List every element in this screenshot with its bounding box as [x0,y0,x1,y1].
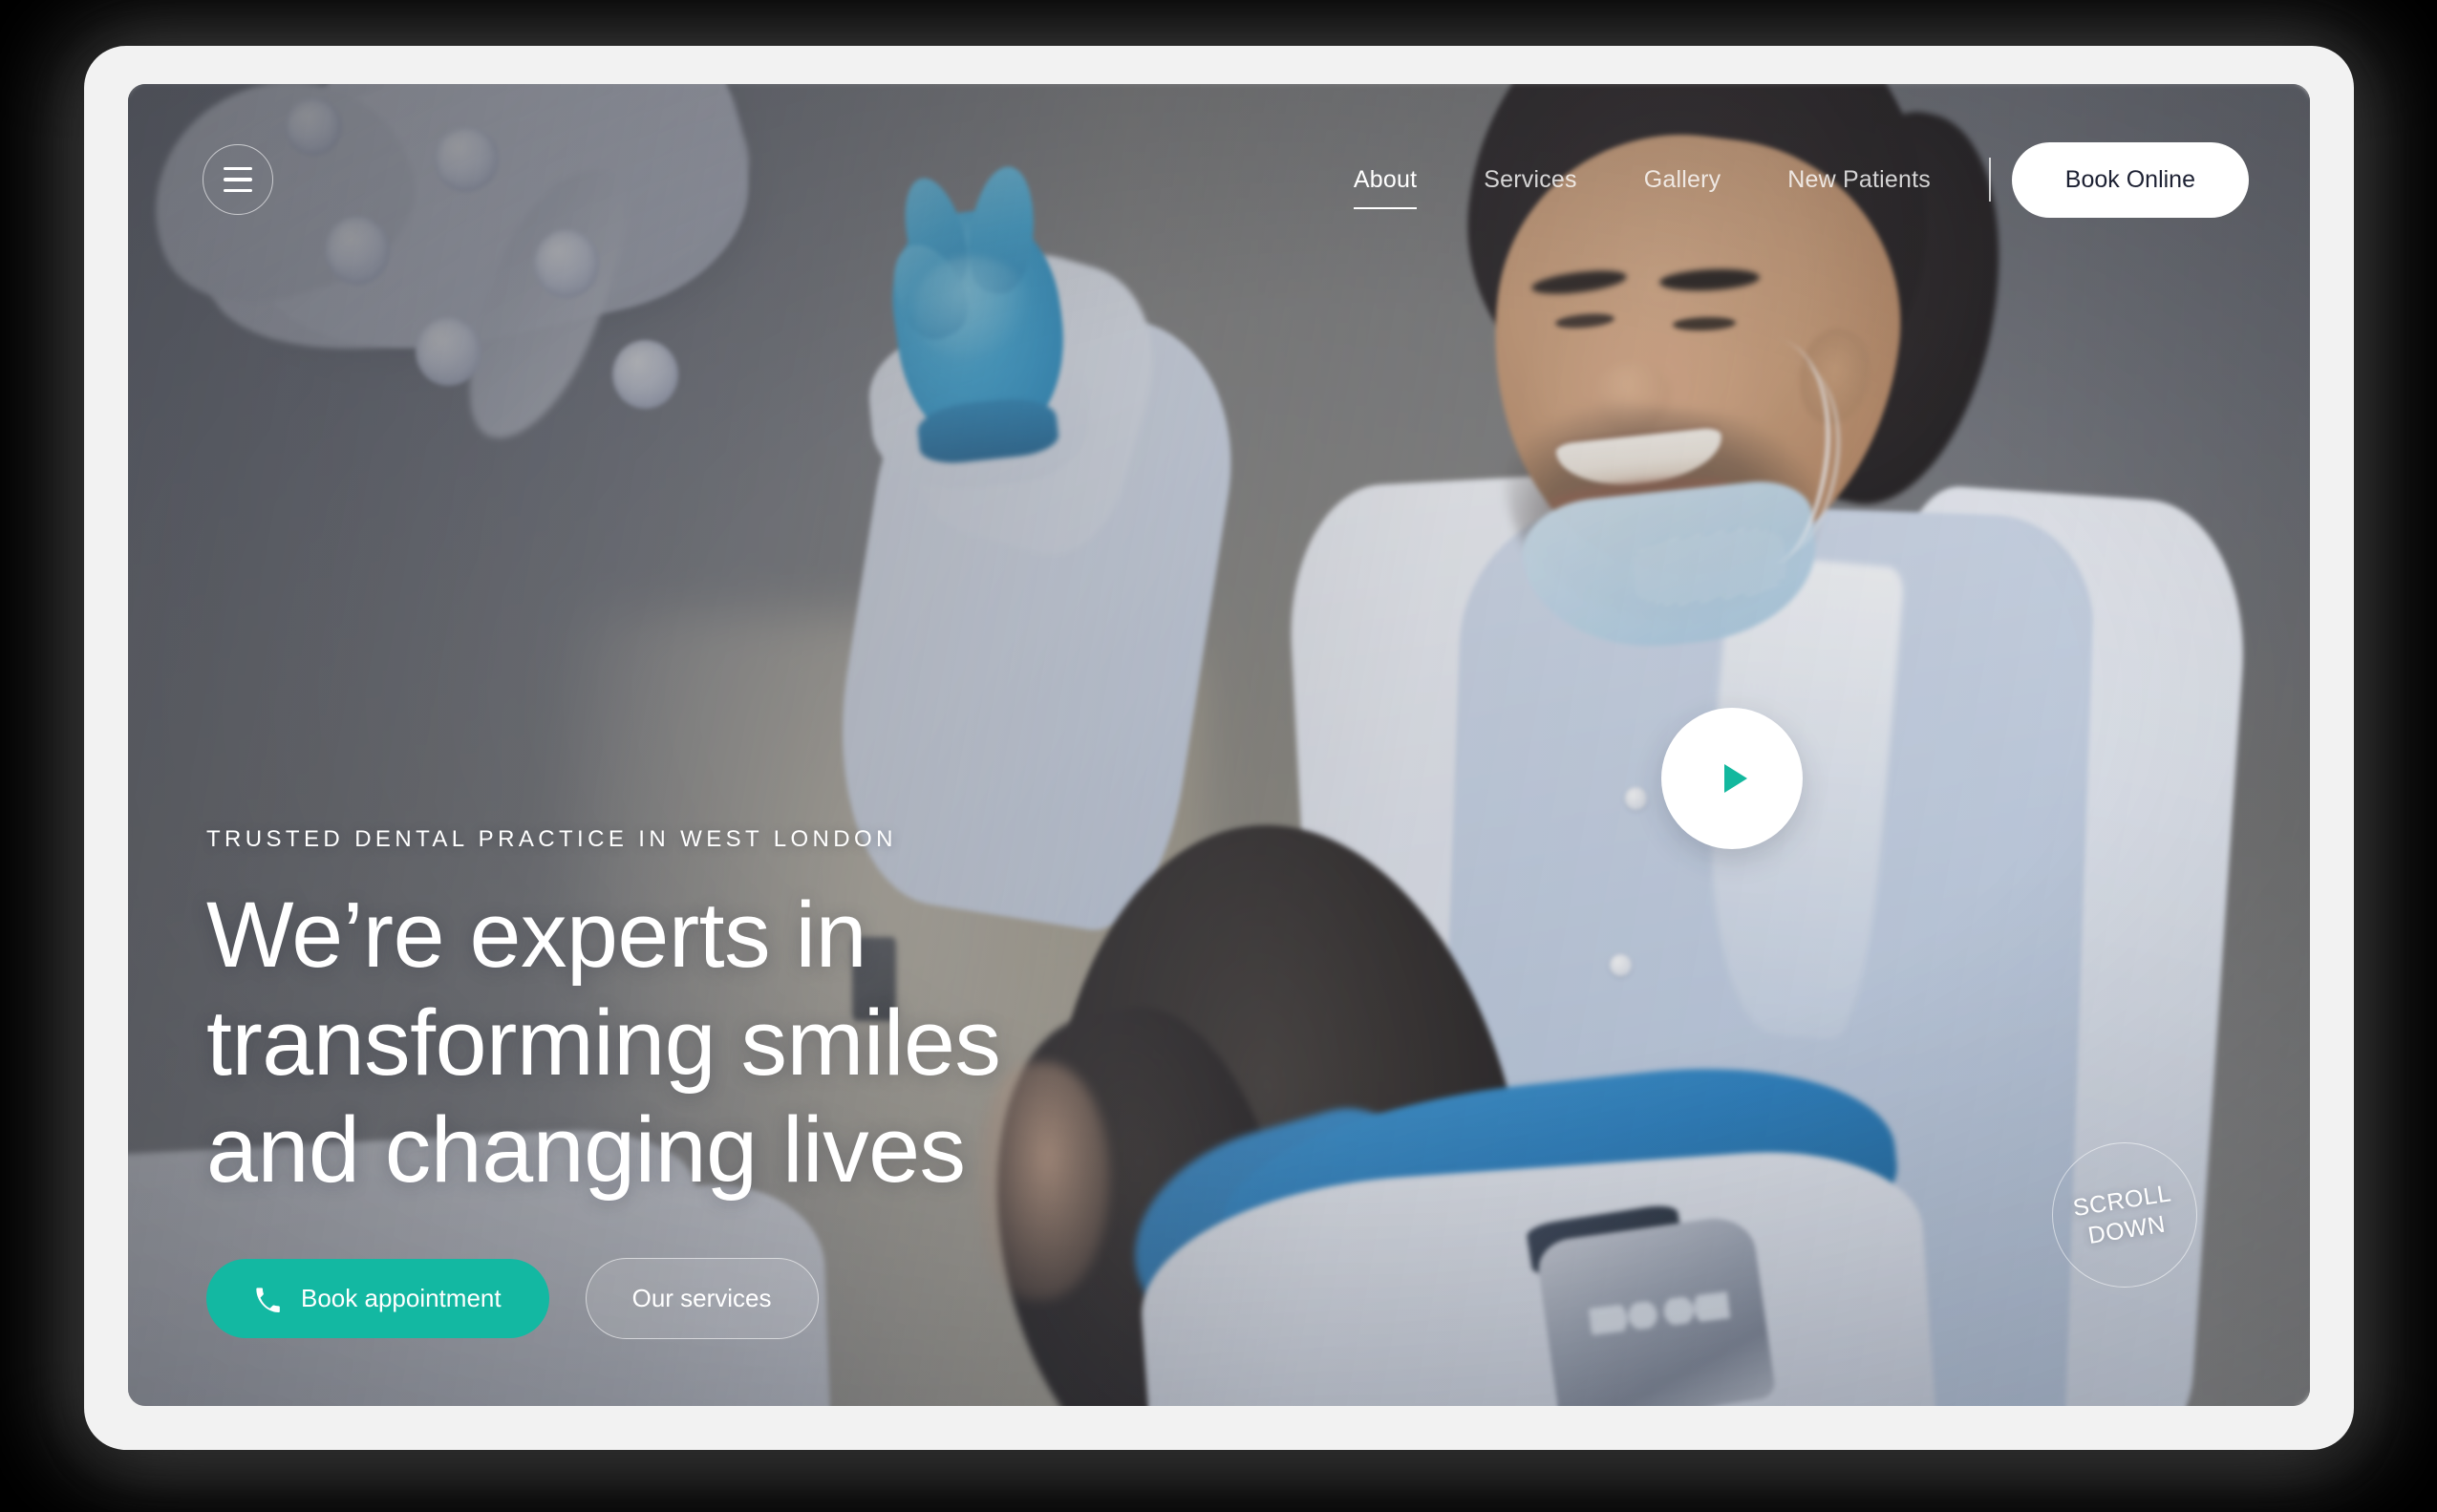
book-appointment-label: Book appointment [301,1284,502,1312]
hero-headline: We’re experts in transforming smiles and… [206,882,1001,1204]
site-header: About Services Gallery New Patients Book… [128,84,2310,275]
scroll-down-label: SCROLL DOWN [2071,1179,2178,1251]
nav-item-new-patients[interactable]: New Patients [1754,166,1964,194]
nav-item-gallery[interactable]: Gallery [1611,166,1755,194]
play-triangle-icon [1723,764,1747,793]
nav-item-services[interactable]: Services [1450,166,1610,194]
phone-icon [256,1287,280,1312]
hero-eyebrow: TRUSTED DENTAL PRACTICE IN WEST LONDON [206,826,897,853]
headline-line-2: transforming smiles [206,990,1001,1095]
hero-section: About Services Gallery New Patients Book… [128,84,2310,1406]
headline-line-3: and changing lives [206,1097,966,1203]
primary-navigation: About Services Gallery New Patients Book… [1320,141,2249,218]
hero-cta-row: Book appointment Our services [206,1258,1000,1339]
our-services-button[interactable]: Our services [585,1258,819,1339]
hamburger-menu-icon[interactable] [203,144,273,215]
headline-line-1: We’re experts in [206,883,867,988]
nav-divider [1989,158,1991,202]
hamburger-bar [224,167,252,171]
book-appointment-button[interactable]: Book appointment [206,1259,549,1338]
hamburger-bar [224,188,252,192]
screenshot-canvas: About Services Gallery New Patients Book… [0,0,2437,1512]
browser-device-frame: About Services Gallery New Patients Book… [84,46,2354,1450]
play-video-button[interactable] [1661,708,1803,849]
hero-ui-overlay: About Services Gallery New Patients Book… [128,84,2310,1406]
hamburger-bar [224,178,252,181]
hero-copy-block: TRUSTED DENTAL PRACTICE IN WEST LONDON W… [206,826,1001,1339]
scroll-down-badge[interactable]: SCROLL DOWN [2052,1142,2197,1288]
nav-item-about[interactable]: About [1320,166,1450,209]
book-online-button[interactable]: Book Online [2011,141,2249,218]
